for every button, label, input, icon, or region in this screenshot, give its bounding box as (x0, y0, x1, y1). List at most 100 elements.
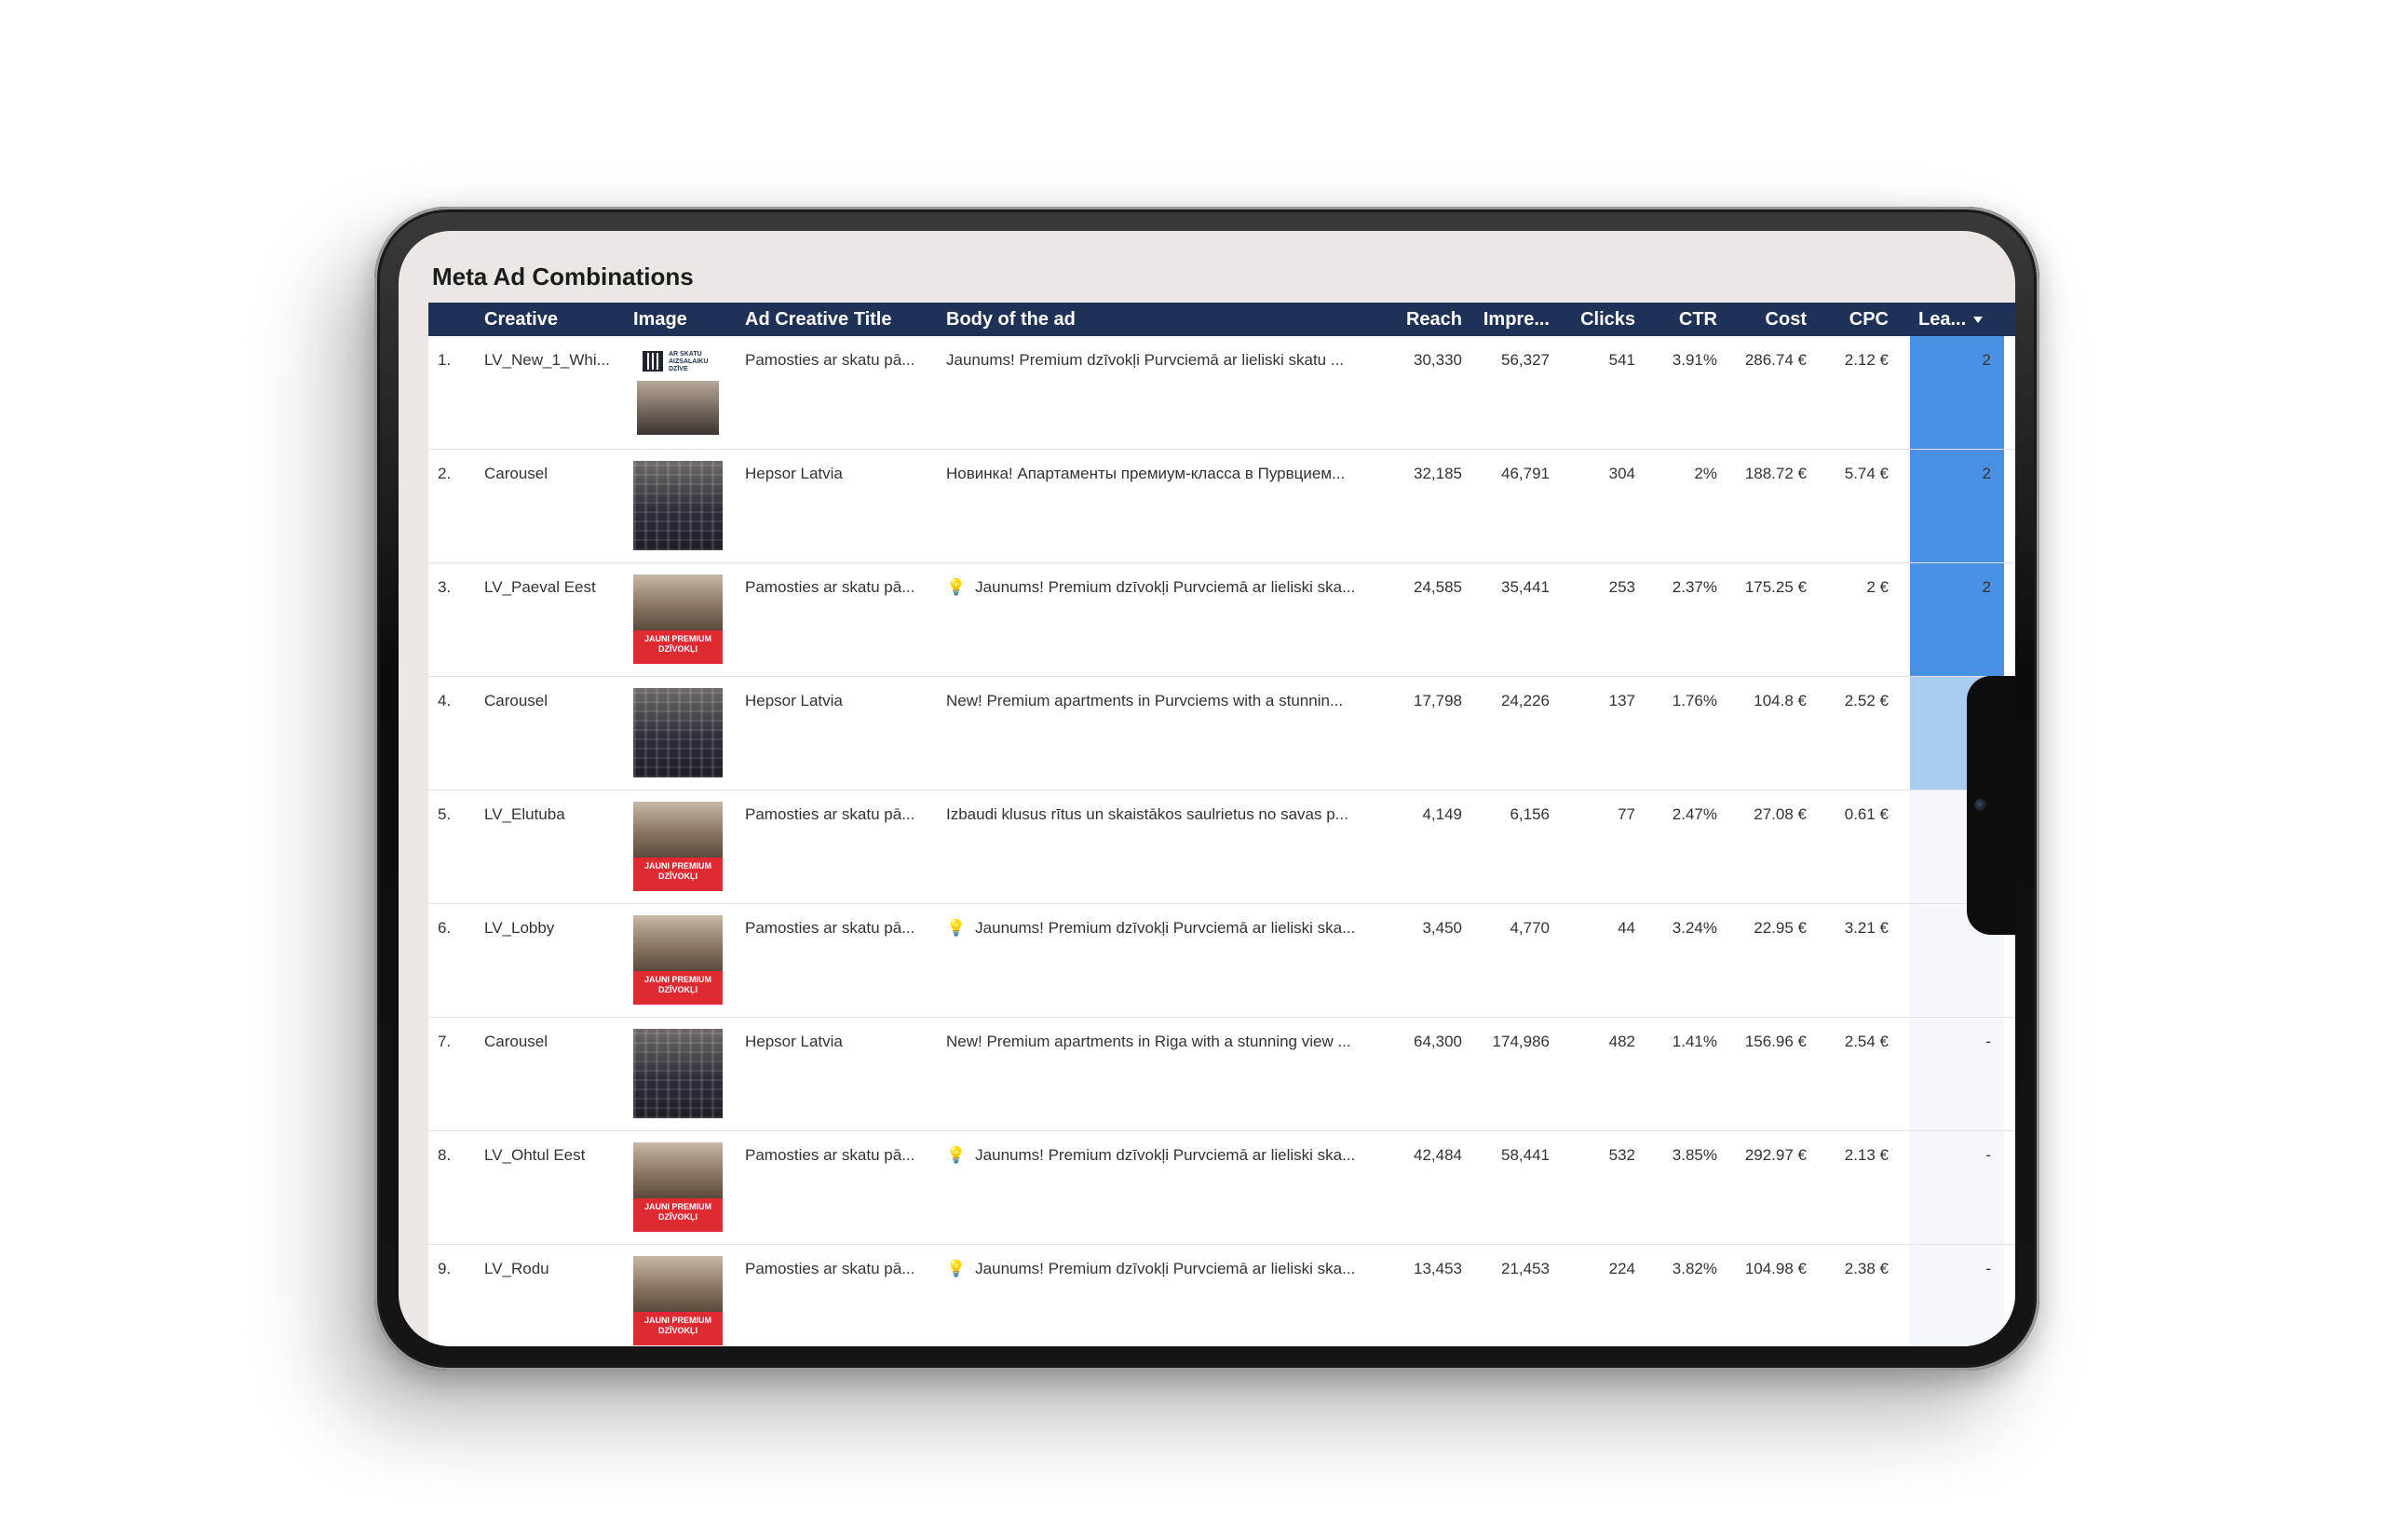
reach-value: 30,330 (1414, 351, 1462, 369)
sort-descending-icon[interactable] (1973, 317, 1984, 324)
ad-body-text: 💡 Jaunums! Premium dzīvokļi Purvciemā ar … (946, 919, 1355, 938)
lightbulb-icon: 💡 (946, 1260, 967, 1277)
creative-name[interactable]: LV_Lobby (484, 919, 554, 938)
ad-body-value: Jaunums! Premium dzīvokļi Purvciemā ar l… (975, 1146, 1356, 1164)
camera-icon (1974, 799, 1987, 812)
lightbulb-icon: 💡 (946, 1146, 967, 1164)
creative-name[interactable]: LV_Paeval Eest (484, 578, 596, 597)
column-header-body[interactable]: Body of the ad (946, 303, 1076, 336)
column-header-ctr[interactable]: CTR (1639, 303, 1717, 336)
creative-thumbnail[interactable] (633, 461, 723, 550)
column-header-clicks[interactable]: Clicks (1546, 303, 1635, 336)
ad-body-value: Jaunums! Premium dzīvokļi Purvciemā ar l… (946, 351, 1345, 369)
ad-body-value: Jaunums! Premium dzīvokļi Purvciemā ar l… (975, 1260, 1356, 1277)
cpc-value: 2.13 € (1844, 1146, 1889, 1164)
reach-value: 24,585 (1414, 578, 1462, 596)
column-header-cost[interactable]: Cost (1732, 303, 1807, 336)
ad-body-text: 💡 Jaunums! Premium dzīvokļi Purvciemā ar … (946, 578, 1355, 597)
row-index: 9. (438, 1260, 452, 1277)
creative-thumbnail[interactable]: JAUNI PREMIUM DZĪVOKĻI (633, 915, 723, 1005)
creative-thumbnail[interactable]: JAUNI PREMIUM DZĪVOKĻI (633, 1142, 723, 1232)
cost-value: 286.74 € (1744, 351, 1807, 369)
reach-value: 64,300 (1414, 1033, 1462, 1050)
promo-banner: JAUNI PREMIUM DZĪVOKĻI (633, 1197, 723, 1232)
leads-heat-cell: - (1910, 1018, 2004, 1130)
ad-body-text: Izbaudi klusus rītus un skaistākos saulr… (946, 805, 1348, 824)
qr-ad-image: AR SKATU AIZSALAIKU DZĪVE (633, 347, 723, 437)
creative-name[interactable]: LV_Elutuba (484, 805, 565, 824)
ctr-value: 3.85% (1672, 1146, 1717, 1164)
creative-name[interactable]: LV_Rodu (484, 1260, 549, 1278)
leads-value: 2 (1982, 465, 1991, 482)
ctr-value: 2.47% (1672, 805, 1717, 823)
creative-name[interactable]: Carousel (484, 692, 548, 710)
row-index: 7. (438, 1033, 452, 1050)
clicks-value: 482 (1608, 1033, 1635, 1050)
leads-heat-cell: - (1910, 1131, 2004, 1244)
clicks-value: 77 (1618, 805, 1635, 823)
lightbulb-icon: 💡 (946, 919, 967, 937)
column-header-image[interactable]: Image (633, 303, 687, 336)
row-index: 3. (438, 578, 452, 596)
creative-thumbnail[interactable]: JAUNI PREMIUM DZĪVOKĻI (633, 802, 723, 891)
leads-heat-cell: 2 (1910, 450, 2004, 562)
impressions-value: 21,453 (1501, 1260, 1550, 1277)
ad-creative-title: Pamosties ar skatu pā... (745, 805, 915, 823)
ad-body-value: Jaunums! Premium dzīvokļi Purvciemā ar l… (975, 578, 1356, 596)
table-row[interactable]: - 9. LV_Rodu JAUNI PREMIUM DZĪVOKĻI Pamo… (428, 1245, 2015, 1346)
table-row[interactable]: 5. LV_Elutuba JAUNI PREMIUM DZĪVOKĻI Pam… (428, 790, 2015, 904)
reach-value: 42,484 (1414, 1146, 1462, 1164)
clicks-value: 224 (1608, 1260, 1635, 1277)
impressions-value: 56,327 (1501, 351, 1550, 369)
reach-value: 32,185 (1414, 465, 1462, 482)
creative-name[interactable]: LV_New_1_Whi... (484, 351, 610, 370)
column-header-creative[interactable]: Creative (484, 303, 558, 336)
table-row[interactable]: 4. Carousel Hepsor Latvia New! Premium a… (428, 677, 2015, 790)
impressions-value: 24,226 (1501, 692, 1550, 709)
leads-value: 2 (1982, 578, 1991, 596)
creative-name[interactable]: Carousel (484, 465, 548, 483)
ctr-value: 1.76% (1672, 692, 1717, 709)
column-header-leads-label: Lea... (1918, 309, 1967, 330)
cost-value: 104.98 € (1744, 1260, 1807, 1277)
table-row[interactable]: - 8. LV_Ohtul Eest JAUNI PREMIUM DZĪVOKĻ… (428, 1131, 2015, 1245)
creative-name[interactable]: LV_Ohtul Eest (484, 1146, 585, 1165)
creative-thumbnail[interactable]: AR SKATU AIZSALAIKU DZĪVE (633, 347, 723, 437)
table-row[interactable]: 6. LV_Lobby JAUNI PREMIUM DZĪVOKĻI Pamos… (428, 904, 2015, 1018)
impressions-value: 6,156 (1510, 805, 1550, 823)
ctr-value: 3.82% (1672, 1260, 1717, 1277)
promo-banner: JAUNI PREMIUM DZĪVOKĻI (633, 857, 723, 891)
table-row[interactable]: 2 1. LV_New_1_Whi... AR SKATU AIZSALAIKU… (428, 336, 2015, 450)
creative-thumbnail[interactable] (633, 688, 723, 777)
creative-thumbnail[interactable]: JAUNI PREMIUM DZĪVOKĻI (633, 1256, 723, 1345)
cost-value: 104.8 € (1754, 692, 1807, 709)
ad-body-value: Jaunums! Premium dzīvokļi Purvciemā ar l… (975, 919, 1356, 937)
creative-name[interactable]: Carousel (484, 1033, 548, 1051)
ad-creative-title: Hepsor Latvia (745, 1033, 843, 1050)
qr-code-icon (643, 351, 663, 371)
building-photo (633, 688, 723, 777)
cost-value: 27.08 € (1754, 805, 1807, 823)
ad-body-text: New! Premium apartments in Purvciems wit… (946, 692, 1343, 710)
column-header-cpc[interactable]: CPC (1816, 303, 1889, 336)
column-header-reach[interactable]: Reach (1360, 303, 1462, 336)
table-row[interactable]: 2 3. LV_Paeval Eest JAUNI PREMIUM DZĪVOK… (428, 563, 2015, 677)
creative-thumbnail[interactable]: JAUNI PREMIUM DZĪVOKĻI (633, 574, 723, 664)
interior-photo (633, 802, 723, 858)
leads-value: - (1985, 1033, 1991, 1050)
table-header: Creative Image Ad Creative Title Body of… (428, 303, 2015, 336)
stage: Meta Ad Combinations Creative Image Ad C… (0, 0, 2384, 1540)
promo-banner: JAUNI PREMIUM DZĪVOKĻI (633, 1311, 723, 1345)
column-header-title[interactable]: Ad Creative Title (745, 303, 891, 336)
reach-value: 3,450 (1422, 919, 1462, 937)
ad-creative-title: Hepsor Latvia (745, 465, 843, 482)
column-header-impressions[interactable]: Impre... (1453, 303, 1550, 336)
creative-thumbnail[interactable] (633, 1029, 723, 1118)
ad-body-text: Новинка! Апартаменты премиум-класса в Пу… (946, 465, 1345, 483)
table-row[interactable]: - 7. Carousel Hepsor Latvia New! Premium… (428, 1018, 2015, 1131)
leads-value: 2 (1982, 351, 1991, 369)
ad-body-value: Новинка! Апартаменты премиум-класса в Пу… (946, 465, 1346, 482)
column-header-leads[interactable]: Lea... (1918, 303, 1984, 336)
interior-photo (633, 574, 723, 630)
table-row[interactable]: 2 2. Carousel Hepsor Latvia Новинка! Апа… (428, 450, 2015, 563)
